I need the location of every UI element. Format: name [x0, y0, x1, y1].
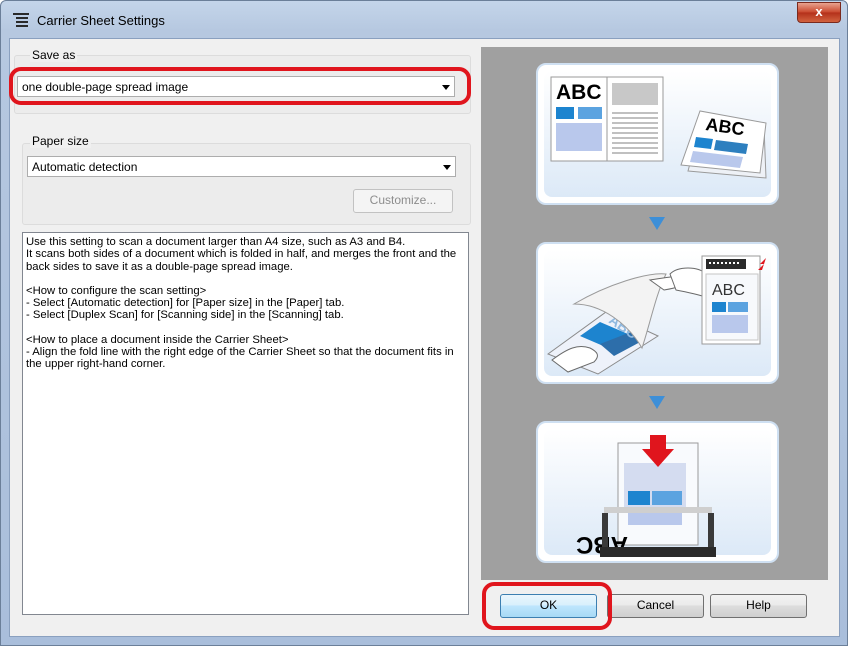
window-title: Carrier Sheet Settings — [37, 13, 165, 28]
ok-button[interactable]: OK — [500, 594, 597, 618]
description-paragraph: <How to place a document inside the Carr… — [26, 333, 454, 371]
abc-label: ABC — [712, 282, 745, 299]
chevron-down-icon — [442, 85, 450, 90]
close-icon: x — [815, 4, 823, 19]
close-button[interactable]: x — [797, 2, 841, 23]
customize-button[interactable]: Customize... — [353, 189, 453, 213]
illustration-step-1: ABC ABC — [536, 63, 779, 205]
spread-document-illustration: ABC ABC — [550, 76, 767, 179]
cancel-button[interactable]: Cancel — [607, 594, 704, 618]
chevron-down-icon — [443, 165, 451, 170]
description-paragraph: <How to configure the scan setting> - Se… — [26, 284, 345, 322]
app-icon — [13, 13, 29, 27]
paper-size-select[interactable]: Automatic detection — [27, 156, 456, 177]
save-as-select[interactable]: one double-page spread image — [17, 76, 455, 97]
illustration-step-3: ABC — [536, 421, 779, 563]
scanner-illustration: ABC — [576, 435, 716, 558]
paper-size-label: Paper size — [30, 134, 91, 148]
abc-label: ABC — [556, 81, 602, 104]
paper-size-value: Automatic detection — [32, 160, 138, 174]
save-as-label: Save as — [30, 48, 78, 62]
illustration-step-2: ABC ABC — [536, 242, 779, 384]
arrow-down-icon — [649, 396, 665, 409]
title-bar[interactable]: Carrier Sheet Settings x — [1, 1, 847, 39]
folding-document-illustration: ABC ABC — [546, 255, 766, 375]
save-as-value: one double-page spread image — [22, 80, 189, 94]
arrow-down-icon — [649, 217, 665, 230]
description-paragraph: Use this setting to scan a document larg… — [26, 236, 457, 273]
description-box[interactable]: Use this setting to scan a document larg… — [22, 232, 469, 615]
help-button[interactable]: Help — [710, 594, 807, 618]
